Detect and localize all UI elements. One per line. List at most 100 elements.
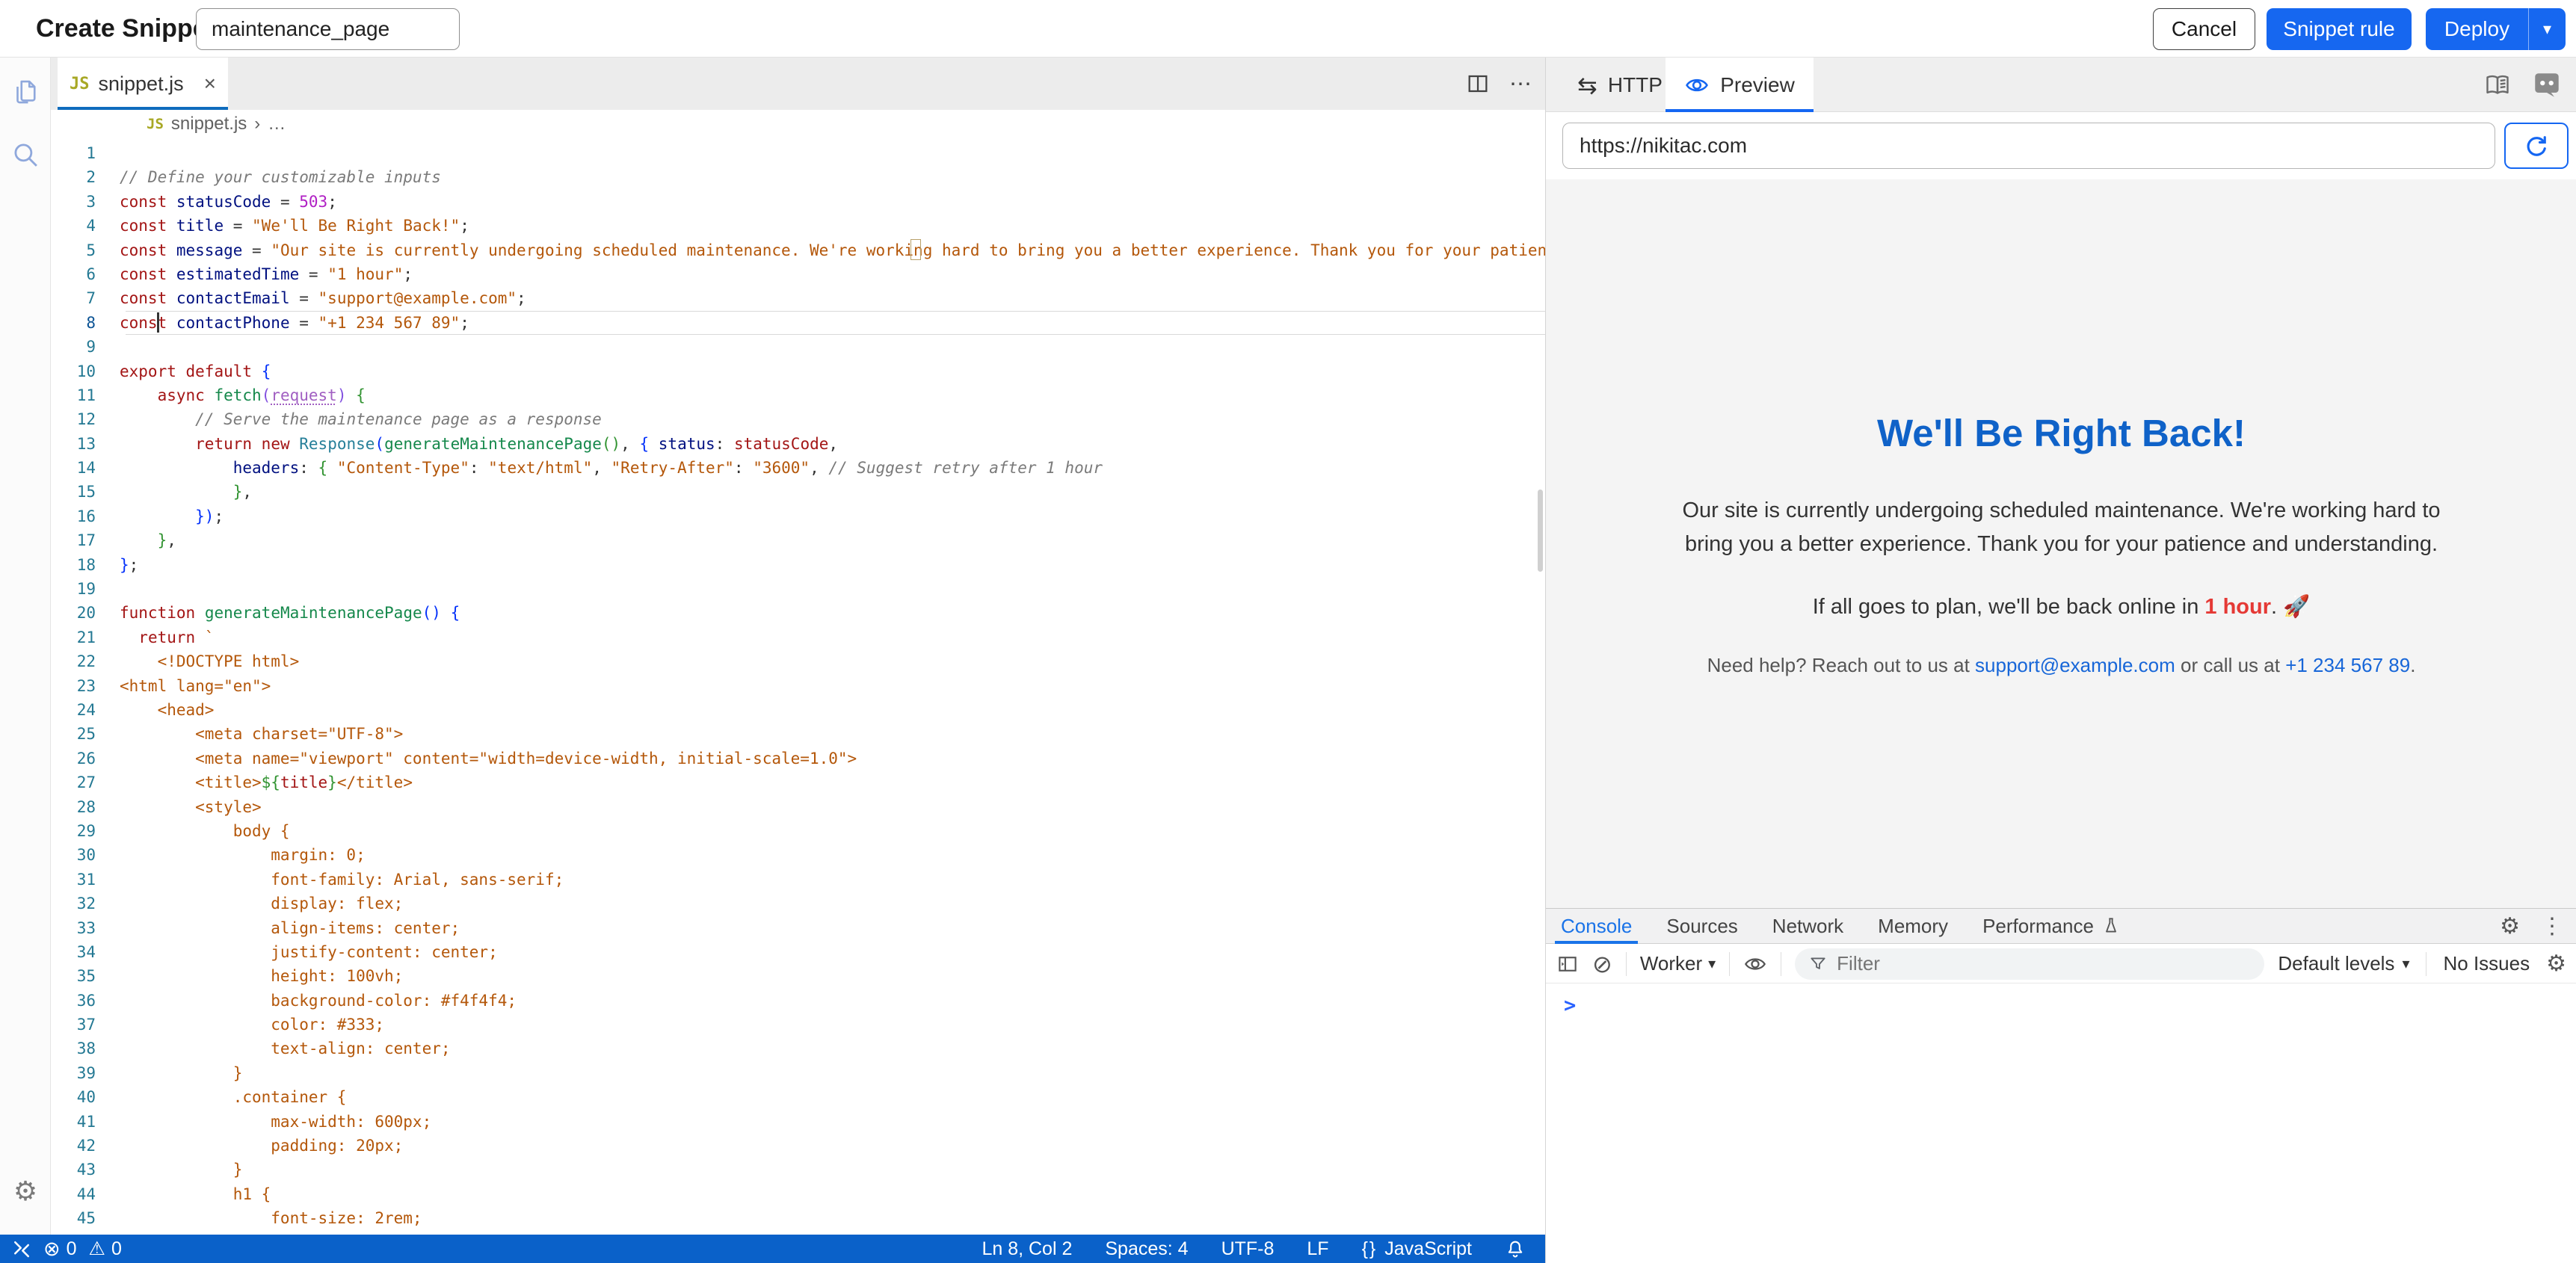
code-editor[interactable]: 12// Define your customizable inputs3con… bbox=[51, 138, 1545, 1235]
snippet-name-input[interactable] bbox=[196, 8, 460, 50]
console-output[interactable]: > bbox=[1546, 983, 2576, 1263]
tab-label: snippet.js bbox=[99, 72, 184, 96]
tab-preview[interactable]: Preview bbox=[1666, 58, 1814, 112]
settings-gear-icon[interactable]: ⚙ bbox=[9, 1175, 42, 1208]
code-line-34[interactable]: 34 justify-content: center; bbox=[51, 940, 1545, 964]
code-line-45[interactable]: 45 font-size: 2rem; bbox=[51, 1206, 1545, 1230]
code-line-21[interactable]: 21 return ` bbox=[51, 626, 1545, 649]
devtools-tab-memory[interactable]: Memory bbox=[1878, 909, 1948, 944]
editor-scrollbar[interactable] bbox=[1538, 490, 1543, 572]
code-line-8[interactable]: 8const contactPhone = "+1 234 567 89"; bbox=[51, 311, 1545, 335]
code-line-32[interactable]: 32 display: flex; bbox=[51, 892, 1545, 915]
support-email-link[interactable]: support@example.com bbox=[1975, 654, 2175, 676]
files-icon[interactable] bbox=[9, 75, 42, 108]
cursor-position[interactable]: Ln 8, Col 2 bbox=[982, 1238, 1072, 1260]
snippet-rule-button[interactable]: Snippet rule bbox=[2267, 8, 2412, 50]
code-line-7[interactable]: 7const contactEmail = "support@example.c… bbox=[51, 286, 1545, 310]
code-line-30[interactable]: 30 margin: 0; bbox=[51, 843, 1545, 867]
code-line-16[interactable]: 16 }); bbox=[51, 504, 1545, 528]
refresh-button[interactable] bbox=[2504, 123, 2569, 169]
code-line-10[interactable]: 10export default { bbox=[51, 359, 1545, 383]
code-line-11[interactable]: 11 async fetch(request) { bbox=[51, 383, 1545, 407]
search-icon[interactable] bbox=[9, 138, 42, 171]
code-line-22[interactable]: 22 <!DOCTYPE html> bbox=[51, 649, 1545, 673]
code-line-36[interactable]: 36 background-color: #f4f4f4; bbox=[51, 989, 1545, 1013]
discord-icon[interactable] bbox=[2532, 72, 2562, 99]
code-line-37[interactable]: 37 color: #333; bbox=[51, 1013, 1545, 1037]
language-mode[interactable]: {} JavaScript bbox=[1362, 1238, 1472, 1260]
phone-link[interactable]: +1 234 567 89 bbox=[2285, 654, 2410, 676]
code-line-15[interactable]: 15 }, bbox=[51, 480, 1545, 504]
code-line-3[interactable]: 3const statusCode = 503; bbox=[51, 190, 1545, 214]
remote-indicator-icon[interactable] bbox=[10, 1238, 33, 1260]
line-number: 41 bbox=[51, 1110, 120, 1134]
code-line-20[interactable]: 20function generateMaintenancePage() { bbox=[51, 601, 1545, 625]
breadcrumb-file[interactable]: snippet.js bbox=[171, 114, 247, 135]
line-number: 29 bbox=[51, 819, 120, 843]
tab-snippet-js[interactable]: JS snippet.js × bbox=[58, 58, 228, 110]
code-line-43[interactable]: 43 } bbox=[51, 1158, 1545, 1182]
filter-input[interactable] bbox=[1837, 952, 2210, 975]
code-line-17[interactable]: 17 }, bbox=[51, 528, 1545, 552]
code-line-25[interactable]: 25 <meta charset="UTF-8"> bbox=[51, 722, 1545, 746]
devtools-tab-console[interactable]: Console bbox=[1561, 909, 1632, 944]
line-number: 24 bbox=[51, 698, 120, 722]
code-line-29[interactable]: 29 body { bbox=[51, 819, 1545, 843]
console-settings-gear-icon[interactable]: ⚙ bbox=[2546, 951, 2566, 977]
code-line-33[interactable]: 33 align-items: center; bbox=[51, 916, 1545, 940]
split-editor-icon[interactable] bbox=[1466, 72, 1490, 96]
code-line-40[interactable]: 40 .container { bbox=[51, 1085, 1545, 1109]
docs-book-icon[interactable] bbox=[2484, 72, 2511, 99]
code-line-39[interactable]: 39 } bbox=[51, 1061, 1545, 1085]
code-line-24[interactable]: 24 <head> bbox=[51, 698, 1545, 722]
devtools-tab-performance[interactable]: Performance bbox=[1982, 909, 2121, 944]
more-actions-icon[interactable]: ⋯ bbox=[1509, 71, 1532, 97]
code-line-41[interactable]: 41 max-width: 600px; bbox=[51, 1110, 1545, 1134]
deploy-button[interactable]: Deploy bbox=[2426, 8, 2529, 50]
code-line-26[interactable]: 26 <meta name="viewport" content="width=… bbox=[51, 747, 1545, 771]
notifications-bell-icon[interactable] bbox=[1505, 1238, 1526, 1259]
encoding-setting[interactable]: UTF-8 bbox=[1221, 1238, 1275, 1260]
log-levels-dropdown[interactable]: Default levels▾ bbox=[2278, 952, 2409, 975]
code-line-44[interactable]: 44 h1 { bbox=[51, 1182, 1545, 1206]
code-line-42[interactable]: 42 padding: 20px; bbox=[51, 1134, 1545, 1158]
code-line-23[interactable]: 23<html lang="en"> bbox=[51, 674, 1545, 698]
code-line-12[interactable]: 12 // Serve the maintenance page as a re… bbox=[51, 407, 1545, 431]
code-line-35[interactable]: 35 height: 100vh; bbox=[51, 964, 1545, 988]
code-line-27[interactable]: 27 <title>${title}</title> bbox=[51, 771, 1545, 794]
devtools-settings-gear-icon[interactable]: ⚙ bbox=[2500, 913, 2520, 939]
code-line-31[interactable]: 31 font-family: Arial, sans-serif; bbox=[51, 868, 1545, 892]
preview-url-input[interactable] bbox=[1562, 123, 2495, 169]
code-line-5[interactable]: 5const message = "Our site is currently … bbox=[51, 238, 1545, 262]
console-filter[interactable] bbox=[1795, 948, 2264, 980]
context-selector[interactable]: Worker▾ bbox=[1640, 952, 1716, 975]
code-line-6[interactable]: 6const estimatedTime = "1 hour"; bbox=[51, 262, 1545, 286]
code-line-19[interactable]: 19 bbox=[51, 577, 1545, 601]
devtools-tab-sources[interactable]: Sources bbox=[1666, 909, 1737, 944]
close-tab-icon[interactable]: × bbox=[204, 72, 216, 96]
eol-setting[interactable]: LF bbox=[1307, 1238, 1328, 1260]
devtools-kebab-menu-icon[interactable]: ⋮ bbox=[2541, 913, 2563, 939]
code-line-38[interactable]: 38 text-align: center; bbox=[51, 1037, 1545, 1060]
code-line-4[interactable]: 4const title = "We'll Be Right Back!"; bbox=[51, 214, 1545, 238]
code-line-28[interactable]: 28 <style> bbox=[51, 795, 1545, 819]
console-sidebar-toggle-icon[interactable] bbox=[1556, 953, 1579, 975]
code-line-18[interactable]: 18}; bbox=[51, 553, 1545, 577]
problems-indicator[interactable]: ⊗ 0 ⚠ 0 bbox=[43, 1238, 122, 1261]
code-line-9[interactable]: 9 bbox=[51, 335, 1545, 359]
breadcrumb[interactable]: JS snippet.js › … bbox=[51, 110, 1545, 138]
clear-console-icon[interactable]: ⊘ bbox=[1592, 950, 1612, 978]
breadcrumb-more[interactable]: … bbox=[268, 114, 286, 135]
code-line-1[interactable]: 1 bbox=[51, 141, 1545, 165]
line-number: 17 bbox=[51, 528, 120, 552]
code-line-2[interactable]: 2// Define your customizable inputs bbox=[51, 165, 1545, 189]
indentation-setting[interactable]: Spaces: 4 bbox=[1105, 1238, 1188, 1260]
code-line-14[interactable]: 14 headers: { "Content-Type": "text/html… bbox=[51, 456, 1545, 480]
live-expression-eye-icon[interactable] bbox=[1743, 952, 1767, 976]
deploy-dropdown-caret[interactable]: ▾ bbox=[2529, 19, 2566, 39]
issues-counter[interactable]: No Issues bbox=[2443, 952, 2530, 975]
code-line-13[interactable]: 13 return new Response(generateMaintenan… bbox=[51, 432, 1545, 456]
tab-http[interactable]: ⇆ HTTP bbox=[1567, 58, 1673, 112]
cancel-button[interactable]: Cancel bbox=[2153, 8, 2255, 50]
devtools-tab-network[interactable]: Network bbox=[1772, 909, 1843, 944]
